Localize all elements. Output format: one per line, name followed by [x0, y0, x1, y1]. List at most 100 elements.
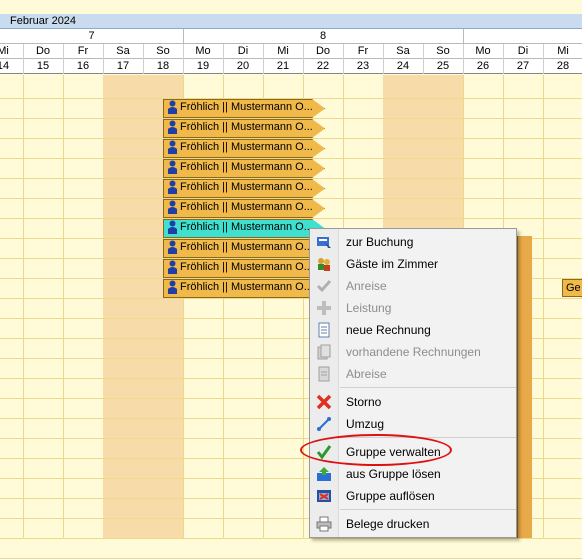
- weekday-cell: Mo: [183, 44, 224, 59]
- menu-item-zur-buchung[interactable]: zur Buchung: [310, 231, 516, 253]
- menu-item-abreise[interactable]: Abreise: [310, 363, 516, 385]
- group-dissolve-icon: [317, 490, 331, 502]
- menu-item-umzug[interactable]: Umzug: [310, 413, 516, 435]
- day-column[interactable]: [23, 75, 64, 538]
- menu-item-anreise[interactable]: Anreise: [310, 275, 516, 297]
- room-row-line: [0, 158, 582, 159]
- booking-bar[interactable]: Fröhlich || Mustermann O...: [163, 259, 325, 278]
- day-cell: 23: [343, 59, 384, 74]
- person-icon: [168, 160, 177, 174]
- weekday-cell: Sa: [103, 44, 144, 59]
- day-cell: 17: [103, 59, 144, 74]
- menu-item-vorhandene-rechnungen[interactable]: vorhandene Rechnungen: [310, 341, 516, 363]
- menu-item-neue-rechnung[interactable]: neue Rechnung: [310, 319, 516, 341]
- weekday-cell: So: [423, 44, 464, 59]
- day-cell: 16: [63, 59, 104, 74]
- highlight-circle: [300, 434, 452, 466]
- day-cell: 19: [183, 59, 224, 74]
- person-icon: [168, 220, 177, 234]
- weekday-cell: Di: [223, 44, 264, 59]
- weekday-cell: Mi: [543, 44, 582, 59]
- menu-separator: [340, 387, 516, 388]
- menu-item-gaeste-im-zimmer[interactable]: Gäste im Zimmer: [310, 253, 516, 275]
- day-cell: 24: [383, 59, 424, 74]
- week-header: 7 8: [0, 29, 582, 44]
- day-cell: 28: [543, 59, 582, 74]
- booking-bar[interactable]: Fröhlich || Mustermann O...: [163, 279, 325, 298]
- weekday-cell: Do: [303, 44, 344, 59]
- day-cell: 22: [303, 59, 344, 74]
- plus-icon: [317, 301, 331, 315]
- day-cell: 20: [223, 59, 264, 74]
- cancel-icon: [316, 394, 332, 410]
- booking-bar[interactable]: Fröhlich || Mustermann O...: [163, 99, 325, 118]
- day-cell: 27: [503, 59, 544, 74]
- booking-label: Fröhlich || Mustermann O...: [180, 101, 313, 113]
- room-row-line: [0, 118, 582, 119]
- room-row-line: [0, 138, 582, 139]
- menu-item-aus-gruppe-loesen[interactable]: aus Gruppe lösen: [310, 463, 516, 485]
- weekday-row: Mi Do Fr Sa So Mo Di Mi Do Fr Sa So Mo Di Mi: [0, 44, 582, 59]
- room-row-line: [0, 198, 582, 199]
- booking-label: Fröhlich || Mustermann O...: [180, 141, 313, 153]
- booking-label: Fröhlich || Mustermann O...: [180, 261, 313, 273]
- booking-label: Fröhlich || Mustermann O...: [180, 201, 313, 213]
- weekday-cell: So: [143, 44, 184, 59]
- booking-bar[interactable]: Fröhlich || Mustermann O...: [163, 199, 325, 218]
- day-number-row: 141516171819202122232425262728: [0, 59, 582, 74]
- booking-label: Fröhlich || Mustermann O...: [180, 281, 313, 293]
- menu-item-belege-drucken[interactable]: Belege drucken: [310, 513, 516, 535]
- booking-bar[interactable]: Fröhlich || Mustermann O...: [163, 219, 325, 238]
- booking-partial[interactable]: Ge: [562, 279, 582, 297]
- weekday-cell: Mi: [263, 44, 304, 59]
- weekday-cell: Do: [23, 44, 64, 59]
- week-7: 7: [0, 29, 184, 44]
- person-icon: [168, 180, 177, 194]
- booking-label: Fröhlich || Mustermann O...: [180, 121, 313, 133]
- booking-label: Fröhlich || Mustermann O...: [180, 241, 313, 253]
- invoice-icon: [318, 322, 330, 338]
- weekday-cell: Sa: [383, 44, 424, 59]
- menu-item-storno[interactable]: Storno: [310, 391, 516, 413]
- booking-bar[interactable]: Fröhlich || Mustermann O...: [163, 139, 325, 158]
- person-icon: [168, 140, 177, 154]
- booking-bar-right[interactable]: [517, 236, 532, 538]
- day-cell: 25: [423, 59, 464, 74]
- booking-bar[interactable]: Fröhlich || Mustermann O...: [163, 239, 325, 258]
- booking-bar[interactable]: Fröhlich || Mustermann O...: [163, 119, 325, 138]
- booking-bar[interactable]: Fröhlich || Mustermann O...: [163, 179, 325, 198]
- menu-separator: [340, 509, 516, 510]
- weekday-cell: Di: [503, 44, 544, 59]
- month-label: Februar 2024: [10, 15, 77, 27]
- day-cell: 18: [143, 59, 184, 74]
- booking-icon: [317, 237, 331, 248]
- booking-label: Fröhlich || Mustermann O...: [180, 161, 313, 173]
- person-icon: [168, 200, 177, 214]
- person-icon: [168, 260, 177, 274]
- week-8: 8: [183, 29, 464, 44]
- person-icon: [168, 280, 177, 294]
- room-row-line: [0, 218, 582, 219]
- departure-icon: [318, 366, 330, 382]
- day-column[interactable]: [543, 75, 582, 538]
- invoices-icon: [317, 344, 331, 360]
- day-cell: 15: [23, 59, 64, 74]
- booking-label: Fröhlich || Mustermann O...: [180, 221, 313, 233]
- weekday-cell: Mi: [0, 44, 24, 59]
- weekday-cell: Fr: [343, 44, 384, 59]
- booking-bar[interactable]: Fröhlich || Mustermann O...: [163, 159, 325, 178]
- day-cell: 26: [463, 59, 504, 74]
- day-column[interactable]: [103, 75, 144, 538]
- menu-item-leistung[interactable]: Leistung: [310, 297, 516, 319]
- month-header: Februar 2024: [0, 14, 582, 29]
- printer-icon: [316, 516, 332, 532]
- person-icon: [168, 100, 177, 114]
- check-icon: [316, 280, 332, 293]
- menu-item-gruppe-aufloesen[interactable]: Gruppe auflösen: [310, 485, 516, 507]
- day-column[interactable]: [0, 75, 24, 538]
- weekday-cell: Fr: [63, 44, 104, 59]
- day-cell: 14: [0, 59, 24, 74]
- person-icon: [168, 120, 177, 134]
- guests-icon: [318, 258, 330, 271]
- day-column[interactable]: [63, 75, 104, 538]
